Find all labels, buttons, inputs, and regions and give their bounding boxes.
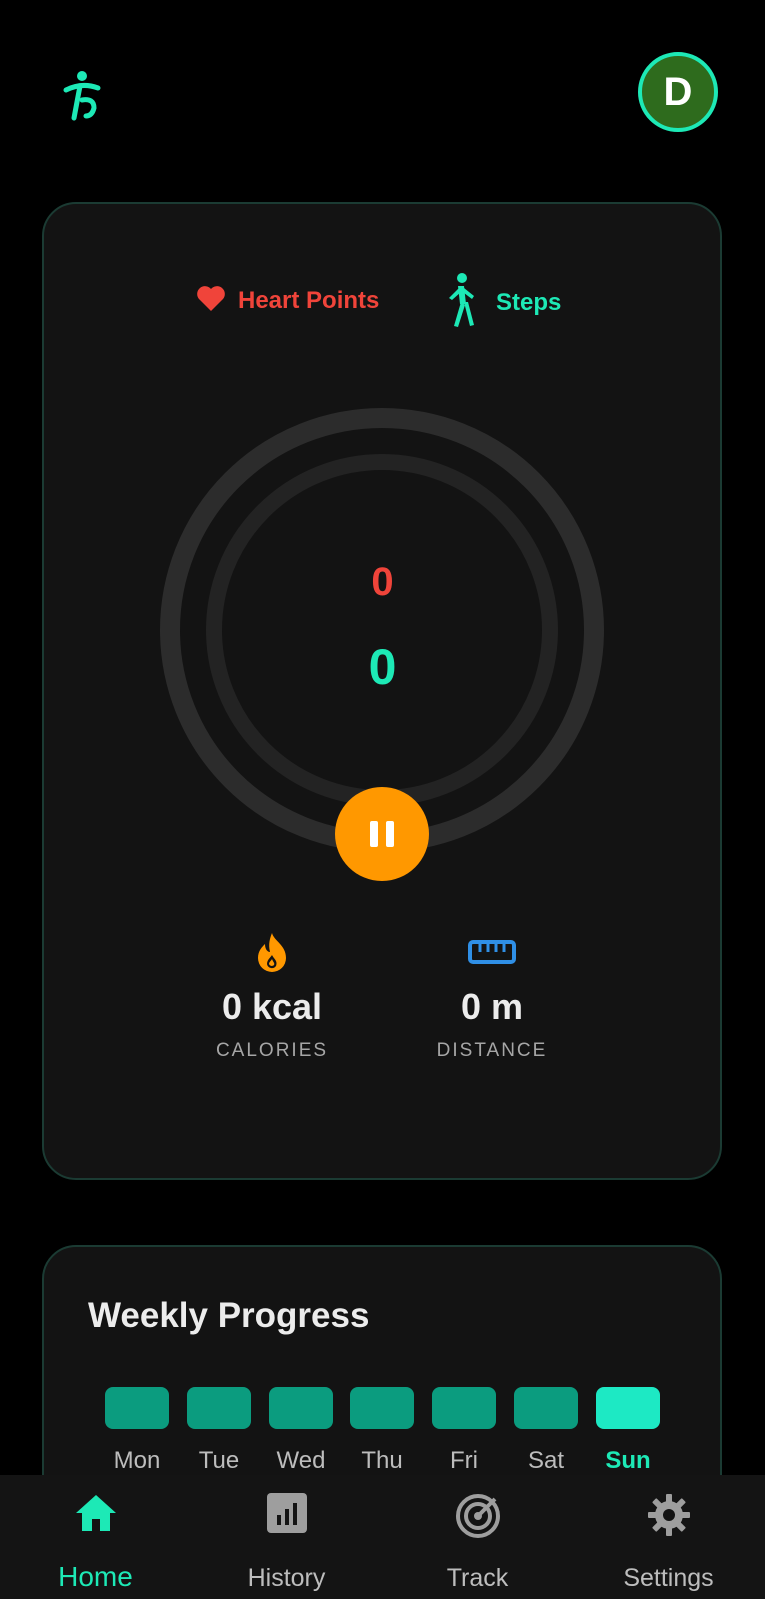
home-icon xyxy=(0,1493,191,1541)
day-thu[interactable]: Thu xyxy=(350,1387,414,1475)
steps-label: Steps xyxy=(496,288,562,316)
heart-icon xyxy=(196,284,226,317)
steps-legend: Steps xyxy=(442,272,561,333)
distance-label: DISTANCE xyxy=(436,1040,548,1061)
heart-points-label: Heart Points xyxy=(238,286,380,314)
weekly-progress-title: Weekly Progress xyxy=(88,1296,370,1335)
day-label: Sat xyxy=(527,1447,565,1474)
heart-points-ring xyxy=(206,454,558,806)
day-bar-active xyxy=(596,1387,660,1429)
walking-icon xyxy=(442,272,478,333)
day-bar xyxy=(105,1387,169,1429)
bottom-navigation: Home History Track Settings xyxy=(0,1475,765,1599)
steps-ring xyxy=(160,408,604,852)
metrics-legend: Heart Points Steps xyxy=(0,272,765,328)
day-label: Thu xyxy=(361,1447,403,1474)
day-tue[interactable]: Tue xyxy=(187,1387,251,1475)
ruler-icon xyxy=(392,930,592,974)
avatar-initial: D xyxy=(663,69,693,114)
calories-label: CALORIES xyxy=(215,1040,329,1061)
day-label: Wed xyxy=(276,1447,326,1474)
flame-icon xyxy=(172,930,372,974)
nav-track[interactable]: Track xyxy=(382,1475,573,1599)
day-bar xyxy=(432,1387,496,1429)
distance-value: 0 m xyxy=(460,986,524,1027)
pause-button[interactable] xyxy=(335,787,429,881)
home-screen: D Heart Points Steps 0 0 0 kcal CALORIES… xyxy=(0,0,765,1599)
target-icon xyxy=(382,1493,573,1541)
day-mon[interactable]: Mon xyxy=(105,1387,169,1475)
day-wed[interactable]: Wed xyxy=(269,1387,333,1475)
nav-home[interactable]: Home xyxy=(0,1475,191,1599)
nav-settings[interactable]: Settings xyxy=(573,1475,764,1599)
day-label-active: Sun xyxy=(605,1447,651,1474)
calories-stat: 0 kcal CALORIES xyxy=(172,930,372,1062)
distance-stat: 0 m DISTANCE xyxy=(392,930,592,1062)
gear-icon xyxy=(573,1493,764,1541)
day-sun[interactable]: Sun xyxy=(596,1387,660,1475)
day-label: Fri xyxy=(450,1447,478,1474)
nav-settings-label: Settings xyxy=(623,1564,714,1592)
nav-history-label: History xyxy=(247,1564,326,1592)
heart-points-legend: Heart Points xyxy=(196,284,379,317)
nav-home-label: Home xyxy=(58,1561,133,1592)
day-label: Mon xyxy=(113,1447,161,1474)
day-label: Tue xyxy=(198,1447,240,1474)
nav-history[interactable]: History xyxy=(191,1475,382,1599)
day-bar xyxy=(514,1387,578,1429)
day-bar xyxy=(350,1387,414,1429)
day-bar xyxy=(187,1387,251,1429)
app-logo-icon xyxy=(58,70,108,126)
bar-chart-icon xyxy=(191,1493,382,1541)
calories-value: 0 kcal xyxy=(221,986,323,1027)
user-avatar[interactable]: D xyxy=(638,52,718,132)
pause-icon xyxy=(366,821,398,847)
heart-points-value: 0 xyxy=(371,560,394,604)
steps-value: 0 xyxy=(368,639,397,695)
day-sat[interactable]: Sat xyxy=(514,1387,578,1475)
day-fri[interactable]: Fri xyxy=(432,1387,496,1475)
nav-track-label: Track xyxy=(446,1564,509,1592)
day-bar xyxy=(269,1387,333,1429)
